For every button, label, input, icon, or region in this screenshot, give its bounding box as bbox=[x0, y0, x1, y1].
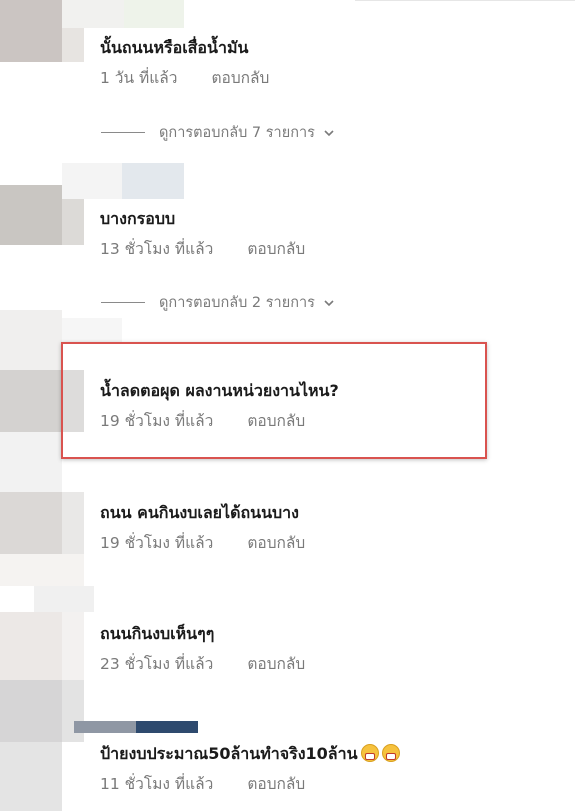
chevron-down-icon bbox=[324, 299, 334, 306]
comment-item: ถนน คนกินงบเลยได้ถนนบาง 19 ชั่วโมง ที่แล… bbox=[100, 502, 555, 554]
reply-button[interactable]: ตอบกลับ bbox=[247, 653, 305, 675]
reply-button[interactable]: ตอบกลับ bbox=[247, 532, 305, 554]
top-divider bbox=[355, 0, 575, 5]
comment-text: ถนนกินงบเห็นๆๆ bbox=[100, 624, 215, 643]
view-replies-button[interactable]: ดูการตอบกลับ 7 รายการ bbox=[101, 121, 335, 144]
comment-timestamp: 11 ชั่วโมง ที่แล้ว bbox=[100, 775, 214, 793]
comment-text-row: ป้ายงบประมาณ50ล้านทำจริง10ล้าน bbox=[100, 743, 555, 765]
highlight-box bbox=[61, 342, 487, 459]
reply-button[interactable]: ตอบกลับ bbox=[247, 773, 305, 795]
view-replies-label: ดูการตอบกลับ 2 รายการ bbox=[159, 295, 315, 311]
view-replies-label: ดูการตอบกลับ 7 รายการ bbox=[159, 125, 315, 141]
reply-button[interactable]: ตอบกลับ bbox=[211, 67, 269, 89]
comment-item: บางกรอบบ 13 ชั่วโมง ที่แล้ว ตอบกลับ bbox=[100, 208, 555, 260]
chevron-down-icon bbox=[324, 129, 334, 136]
comment-timestamp: 19 ชั่วโมง ที่แล้ว bbox=[100, 534, 214, 552]
comment-text: ป้ายงบประมาณ50ล้านทำจริง10ล้าน bbox=[100, 744, 358, 763]
comment-timestamp: 1 วัน ที่แล้ว bbox=[100, 69, 178, 87]
comment-timestamp: 13 ชั่วโมง ที่แล้ว bbox=[100, 240, 214, 258]
replies-divider bbox=[101, 302, 145, 303]
comment-timestamp: 23 ชั่วโมง ที่แล้ว bbox=[100, 655, 214, 673]
comment-item: ถนนกินงบเห็นๆๆ 23 ชั่วโมง ที่แล้ว ตอบกลั… bbox=[100, 623, 555, 675]
grimacing-face-emoji-icon bbox=[381, 744, 400, 762]
comment-item: นั้นถนนหรือเสื่อน้ำมัน 1 วัน ที่แล้ว ตอบ… bbox=[100, 37, 555, 89]
comment-item: ป้ายงบประมาณ50ล้านทำจริง10ล้าน 11 ชั่วโม… bbox=[100, 743, 555, 795]
comment-text: นั้นถนนหรือเสื่อน้ำมัน bbox=[100, 38, 249, 57]
comment-text: ถนน คนกินงบเลยได้ถนนบาง bbox=[100, 503, 299, 522]
replies-divider bbox=[101, 132, 145, 133]
view-replies-button[interactable]: ดูการตอบกลับ 2 รายการ bbox=[101, 291, 335, 314]
grimacing-face-emoji-icon bbox=[360, 744, 379, 762]
reply-button[interactable]: ตอบกลับ bbox=[247, 238, 305, 260]
comment-text: บางกรอบบ bbox=[100, 209, 176, 228]
